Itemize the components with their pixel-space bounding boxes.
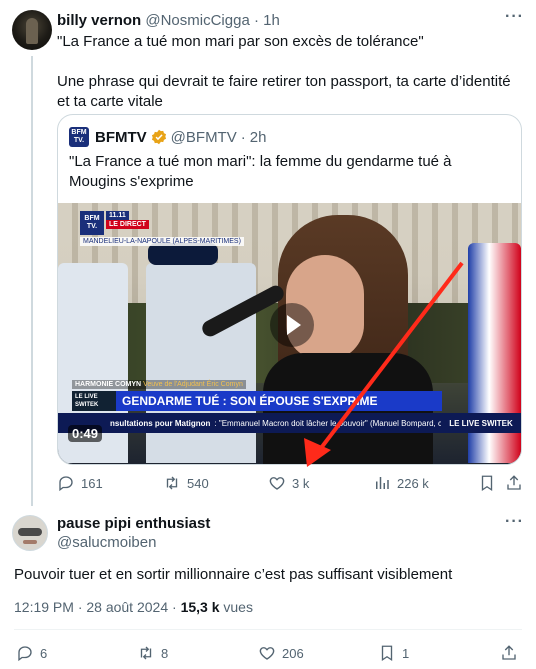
channel-logo: BFM TV. [80, 211, 104, 235]
reply-text: Pouvoir tuer et en sortir millionnaire c… [14, 566, 453, 583]
quote-separator: · [240, 128, 246, 146]
play-icon[interactable] [270, 303, 314, 347]
reply-reply-count: 6 [40, 645, 48, 661]
quote-header: BFM TV. BFMTV @BFMTV · 2h [69, 127, 266, 147]
video-player[interactable]: BFM TV. 11.11 LE DIRECT MANDELIEU-LA-NAP… [58, 203, 521, 464]
like-button[interactable]: 3 k [268, 474, 309, 492]
tweet-header: billy vernon @NosmicCigga · 1h [57, 12, 280, 30]
broadcast-location: MANDELIEU-LA-NAPOULE (ALPES-MARITIMES) [80, 237, 244, 246]
thread-connector-line [31, 56, 33, 506]
reply-timestamp[interactable]: 12:19 PM · 28 août 2024 · [14, 599, 177, 615]
channel-logo-line2: TV. [86, 223, 98, 230]
main-tweet: billy vernon @NosmicCigga · 1h ··· "La F… [0, 0, 536, 506]
share-icon [507, 475, 521, 490]
reply-views-count: 15,3 k [180, 599, 220, 615]
divider [14, 629, 522, 630]
more-icon[interactable]: ··· [505, 8, 524, 26]
repost-button[interactable]: 540 [163, 474, 209, 492]
reply-count: 161 [81, 475, 103, 491]
reply-bookmark-count: 1 [402, 645, 410, 661]
reply-meta: 12:19 PM · 28 août 2024 · 15,3 k vues [14, 599, 253, 615]
repost-count: 540 [187, 475, 209, 491]
headline-banner: LE LIVE SWITEK GENDARME TUÉ : SON ÉPOUSE… [72, 391, 442, 411]
video-scene-officer-center [146, 263, 256, 463]
header-separator: · [253, 12, 259, 29]
speaker-caption: HARMONIE COMYN Veuve de l'Adjudant Éric … [72, 380, 246, 389]
bookmark-icon [481, 475, 493, 492]
author-handle[interactable]: @NosmicCigga [145, 12, 249, 29]
reply-author-name[interactable]: pause pipi enthusiast [57, 515, 210, 532]
headline-text: GENDARME TUÉ : SON ÉPOUSE S'EXPRIME [122, 394, 378, 408]
speaker-name: HARMONIE COMYN [75, 381, 142, 388]
quoted-tweet[interactable]: BFM TV. BFMTV @BFMTV · 2h "La France a t… [57, 114, 522, 465]
live-brand: LE LIVE SWITEK [441, 413, 521, 433]
reply-author-handle[interactable]: @salucmoiben [57, 534, 156, 551]
views-button[interactable]: 226 k [373, 474, 429, 492]
bfmtv-avatar-text1: BFM [71, 129, 87, 136]
bfmtv-avatar[interactable]: BFM TV. [69, 127, 89, 147]
quote-time[interactable]: 2h [250, 129, 267, 146]
reply-icon [59, 476, 73, 492]
quote-author-name[interactable]: BFMTV [95, 129, 147, 146]
live-switch-tag: LE LIVE SWITEK [72, 391, 116, 411]
views-icon [376, 477, 389, 489]
share-button[interactable] [505, 474, 529, 492]
views-count: 226 k [397, 475, 429, 491]
share-icon [502, 645, 516, 660]
bfmtv-avatar-text2: TV. [73, 137, 85, 144]
repost-icon [140, 646, 152, 660]
reply-like-button[interactable]: 206 [258, 644, 304, 662]
channel-logo-line1: BFM [84, 215, 100, 222]
video-duration: 0:49 [68, 425, 103, 442]
author-avatar[interactable] [12, 10, 52, 50]
reply-repost-button[interactable]: 8 [137, 644, 168, 662]
quote-text: "La France a tué mon mari": la femme du … [69, 153, 452, 190]
tweet-text-line1: "La France a tué mon mari par son excès … [57, 33, 424, 50]
reply-button[interactable]: 161 [57, 474, 103, 492]
reply-share-button[interactable] [500, 644, 524, 662]
more-icon[interactable]: ··· [505, 513, 524, 531]
bookmark-button[interactable] [478, 474, 502, 492]
live-label: LE DIRECT [106, 220, 149, 229]
reply-repost-count: 8 [161, 645, 169, 661]
bookmark-icon [381, 645, 393, 662]
heart-icon [269, 477, 285, 490]
tweet-text-line2: Une phrase qui devrait te faire retirer … [57, 73, 511, 110]
reply-views-label: vues [223, 599, 253, 615]
reply-author-avatar[interactable] [12, 515, 48, 551]
video-scene-kepi [148, 243, 218, 265]
reply-like-count: 206 [282, 645, 304, 661]
heart-icon [259, 647, 275, 660]
reply-reply-button[interactable]: 6 [16, 644, 47, 662]
broadcast-clock: 11.11 [106, 211, 129, 220]
reply-bookmark-button[interactable]: 1 [378, 644, 409, 662]
tweet-time[interactable]: 1h [263, 12, 280, 29]
verified-badge-icon [151, 129, 166, 145]
ticker-prefix: nsultations pour Matignon [110, 418, 211, 428]
repost-icon [166, 476, 178, 490]
quote-author-handle[interactable]: @BFMTV [171, 129, 237, 146]
reply-tweet: pause pipi enthusiast @salucmoiben ··· P… [0, 505, 536, 669]
author-name[interactable]: billy vernon [57, 12, 141, 29]
like-count: 3 k [292, 475, 310, 491]
reply-icon [18, 646, 32, 662]
speaker-role: Veuve de l'Adjudant Éric Comyn [143, 381, 243, 388]
